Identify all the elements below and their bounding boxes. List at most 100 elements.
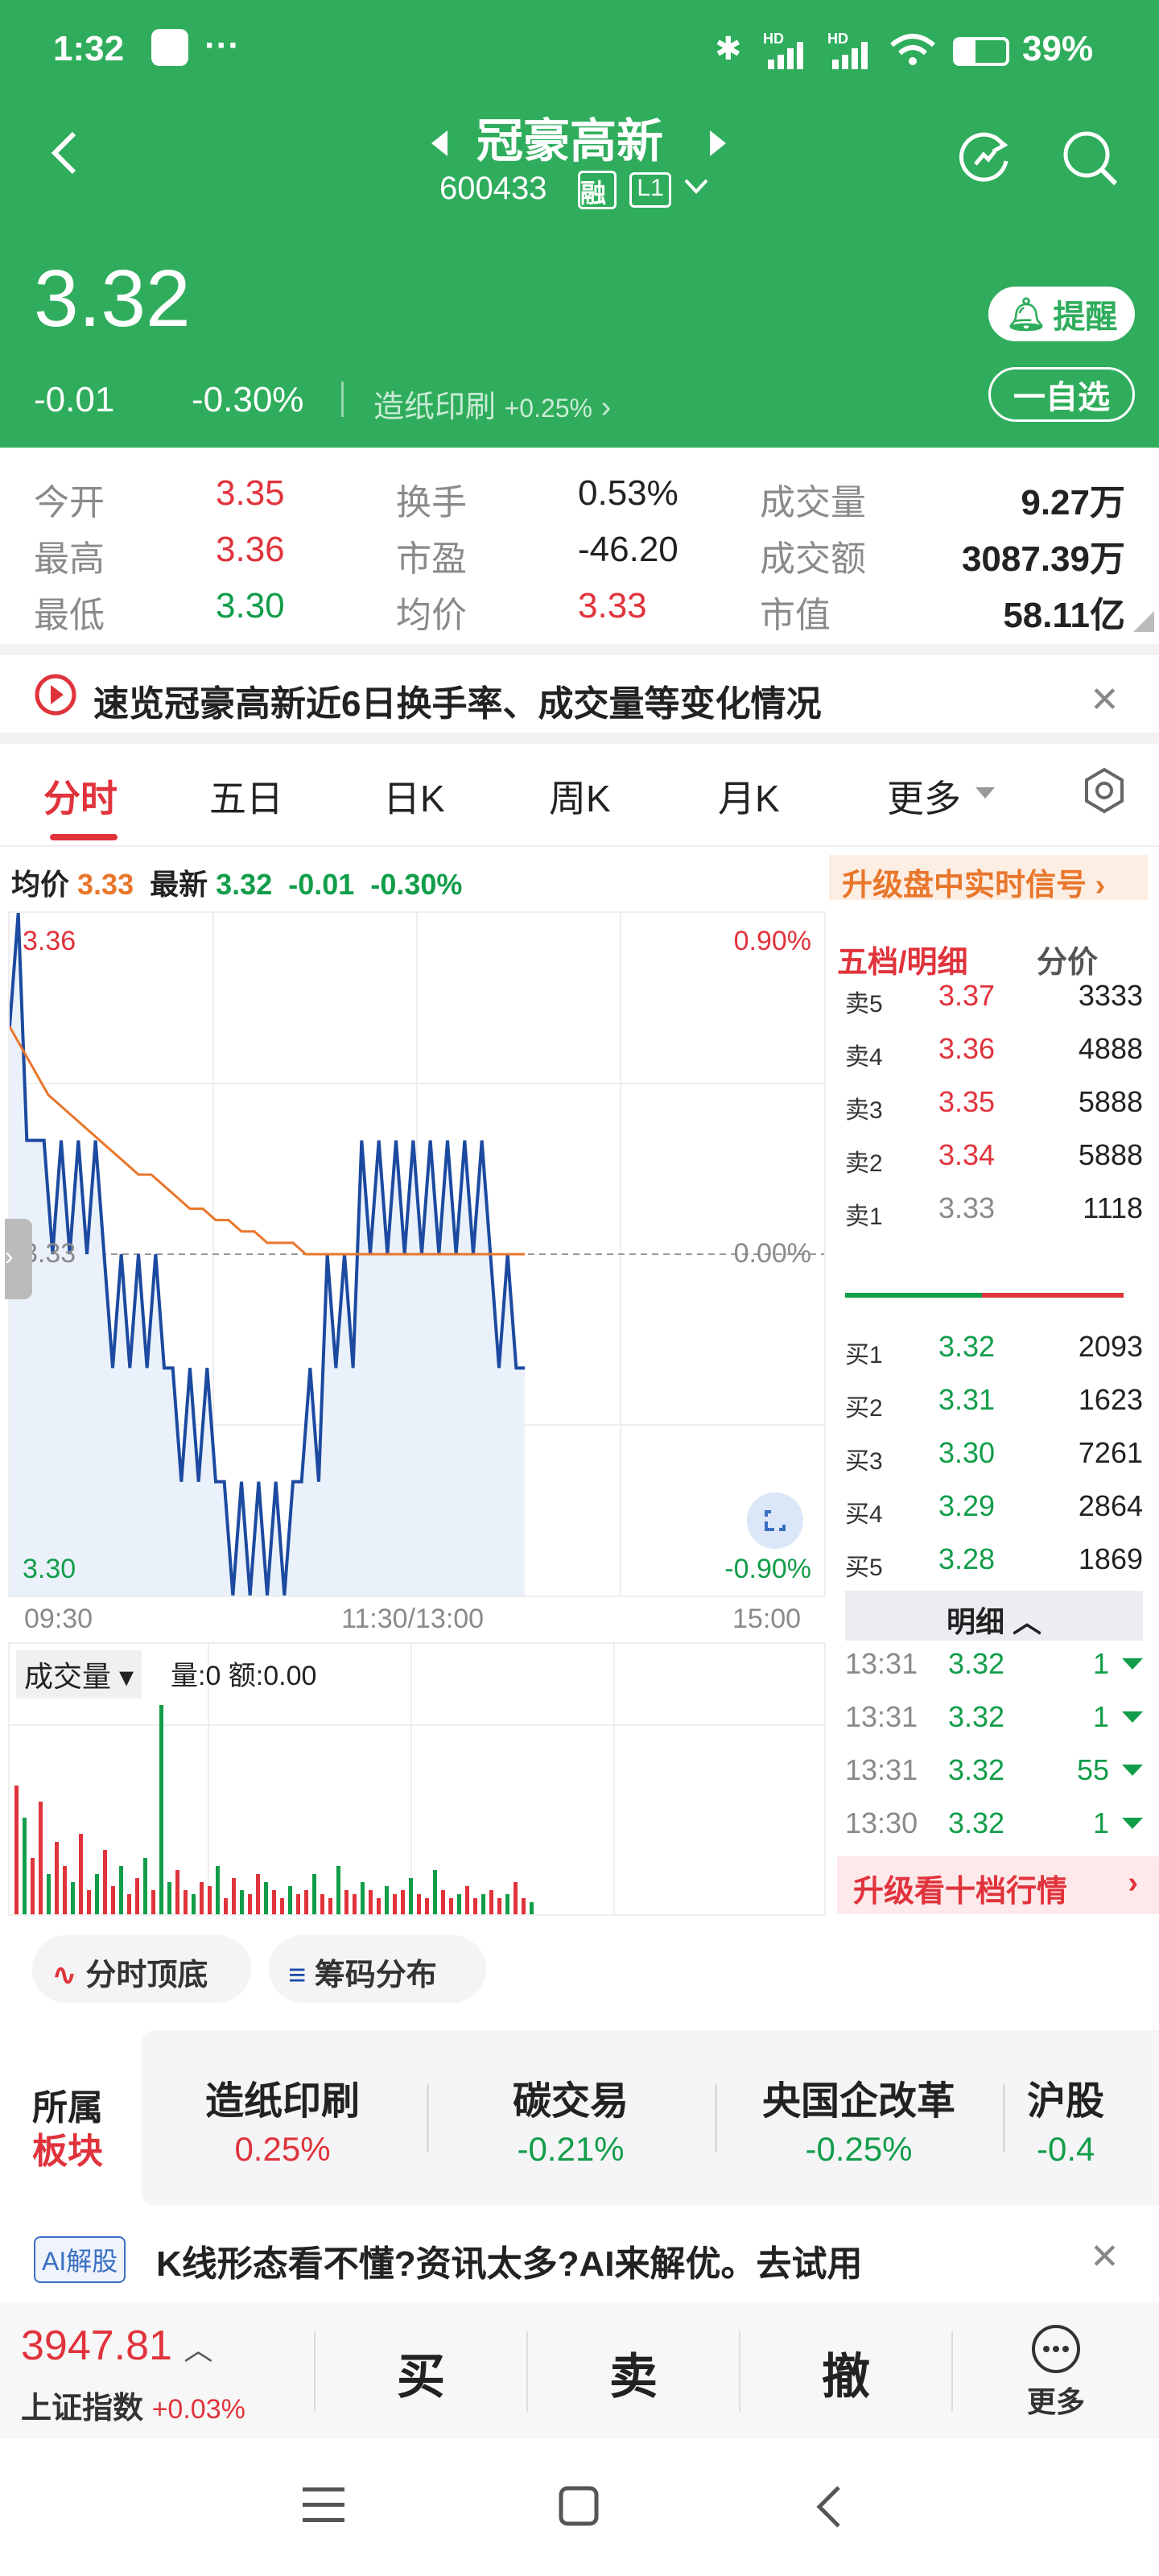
chevron-down-icon[interactable]: [684, 179, 708, 199]
volume-bar: [393, 1894, 397, 1914]
volume-bar: [87, 1890, 91, 1914]
quote-label: 成交量: [760, 483, 866, 522]
volume-bar: [135, 1878, 139, 1914]
tab-intraday[interactable]: 分时: [43, 770, 118, 823]
tab-monthly-k[interactable]: 月K: [718, 770, 780, 823]
sector-card[interactable]: 造纸印刷 0.25%: [142, 2069, 423, 2169]
index-pct: +0.03%: [151, 2394, 245, 2425]
prev-stock-icon[interactable]: [430, 129, 451, 162]
volume-bar: [280, 1898, 284, 1914]
quote-value: 3.35: [216, 473, 285, 513]
ai-banner[interactable]: AI解股 K线形态看不懂?资讯太多?AI来解优。去试用 ✕: [0, 2219, 1159, 2299]
bid-level-label: 买5: [845, 1554, 883, 1581]
volume-bar: [369, 1890, 373, 1914]
upgrade-signal-label: 升级盘中实时信号: [842, 869, 1087, 902]
divider: [341, 382, 344, 417]
watchlist-button[interactable]: 一自选: [988, 367, 1135, 422]
x-tick-mid: 11:30/13:00: [341, 1604, 485, 1634]
quote-value: 3087.39万: [961, 539, 1125, 579]
bid-level-label: 买2: [845, 1395, 883, 1422]
settings-icon[interactable]: [1080, 766, 1128, 819]
volume-bar: [232, 1878, 236, 1914]
bid-volume: 1869: [1078, 1542, 1143, 1575]
expand-corner-icon[interactable]: [1133, 611, 1154, 636]
menu-icon[interactable]: [303, 2486, 344, 2529]
price-change-pct: -0.30%: [192, 380, 304, 419]
x-tick-start: 09:30: [24, 1604, 93, 1634]
sector-link[interactable]: 造纸印刷 +0.25% ›: [373, 382, 611, 426]
home-icon[interactable]: [559, 2486, 599, 2530]
volume-bar: [288, 1886, 292, 1914]
volume-chart[interactable]: 成交量 ▾ 量:0 额:0.00: [8, 1642, 826, 1916]
tab-five-day[interactable]: 五日: [209, 770, 283, 823]
wifi-icon: [889, 32, 937, 72]
volume-bar: [296, 1894, 300, 1914]
sector-scroller[interactable]: 造纸印刷 0.25% 碳交易 -0.21% 央国企改革 -0.25% 沪股 -0.4: [142, 2030, 1159, 2206]
quote-label: 成交额: [760, 539, 866, 579]
volume-bar: [401, 1890, 405, 1914]
level-badge[interactable]: L1: [629, 172, 671, 208]
price-distribution-tab[interactable]: 分价: [1037, 937, 1098, 981]
chip-distribution-button[interactable]: ≡ 筹码分布: [269, 1935, 486, 2003]
ask-price: 3.36: [938, 1032, 996, 1065]
ask-level-label: 卖5: [845, 991, 883, 1018]
remind-button[interactable]: 🔔︎ 提醒: [988, 287, 1135, 341]
buy-button[interactable]: 买: [316, 2338, 526, 2408]
next-stock-icon[interactable]: [707, 129, 728, 162]
sector-name: 碳交易: [512, 2080, 629, 2123]
sector-card[interactable]: 央国企改革 -0.25%: [718, 2069, 1000, 2169]
sector-card[interactable]: 沪股 -0.4: [1027, 2069, 1159, 2169]
upgrade-signal-button[interactable]: 升级盘中实时信号 ›: [829, 855, 1148, 902]
upgrade-10-level-button[interactable]: 升级看十档行情 ›: [837, 1856, 1159, 1914]
tick-price: 3.32: [948, 1700, 1005, 1733]
volume-bar: [264, 1882, 268, 1914]
refresh-icon[interactable]: [956, 129, 1013, 189]
intraday-top-bottom-button[interactable]: ∿ 分时顶底: [32, 1935, 251, 2003]
index-value-row[interactable]: 3947.81 ︿: [21, 2322, 212, 2370]
intraday-chart[interactable]: 3.36 3.33 3.30 0.90% 0.00% -0.90% ›: [5, 911, 826, 1597]
back-icon[interactable]: [48, 129, 80, 177]
ask-volume: 5888: [1078, 1085, 1143, 1118]
volume-bar: [377, 1898, 381, 1914]
search-icon[interactable]: [1061, 129, 1119, 191]
sectors-label-2: 板块: [32, 2132, 103, 2171]
play-icon: [34, 673, 77, 720]
tab-weekly-k[interactable]: 周K: [549, 770, 611, 823]
sell-button[interactable]: 卖: [528, 2338, 739, 2408]
volume-bar: [457, 1894, 461, 1914]
detail-toggle[interactable]: 明细 ︿: [845, 1591, 1143, 1641]
back-nav-icon[interactable]: [815, 2484, 842, 2533]
quote-label: 今开: [34, 483, 105, 522]
insight-banner[interactable]: 速览冠豪高新近6日换手率、成交量等变化情况 ✕: [0, 644, 1159, 744]
close-icon[interactable]: ✕: [1090, 2236, 1120, 2277]
fullscreen-icon[interactable]: [747, 1492, 803, 1549]
volume-bar: [184, 1890, 188, 1914]
tick-volume: 55: [1076, 1753, 1109, 1786]
more-button[interactable]: 更多: [953, 2323, 1159, 2421]
volume-bar: [31, 1858, 35, 1914]
y-right-mid: 0.00%: [733, 1238, 811, 1269]
volume-bar: [336, 1866, 340, 1914]
tab-more[interactable]: 更多: [887, 770, 961, 823]
orderbook-tab[interactable]: 五档/明细: [837, 937, 968, 981]
sector-pct: +0.25%: [504, 394, 592, 423]
quote-label: 换手: [396, 483, 467, 522]
cancel-order-button[interactable]: 撤: [740, 2338, 951, 2408]
more-label: 更多: [1026, 2385, 1085, 2418]
tab-daily-k[interactable]: 日K: [383, 770, 445, 823]
stock-header: 1:32 ··· ✱ HD HD 39% 冠豪高新 600433 融 L1 3.…: [0, 0, 1159, 448]
tool-label: 分时顶底: [85, 1959, 208, 1992]
chart-tabs: 分时 五日 日K 周K 月K 更多: [0, 767, 1159, 847]
down-arrow-icon: [1122, 1711, 1143, 1728]
volume-bar: [119, 1866, 123, 1914]
upgrade-10-label: 升级看十档行情: [853, 1875, 1068, 1909]
close-icon[interactable]: ✕: [1090, 679, 1120, 720]
volume-bar: [248, 1894, 252, 1914]
side-drawer-handle[interactable]: ›: [5, 1219, 32, 1299]
tick-time: 13:30: [845, 1806, 918, 1839]
tick-volume: 1: [1092, 1806, 1109, 1839]
sector-card[interactable]: 碳交易 -0.21%: [430, 2069, 711, 2169]
y-right-top: 0.90%: [733, 926, 811, 956]
battery-level: 39%: [1022, 29, 1094, 68]
signal-icon-2: [829, 42, 874, 73]
